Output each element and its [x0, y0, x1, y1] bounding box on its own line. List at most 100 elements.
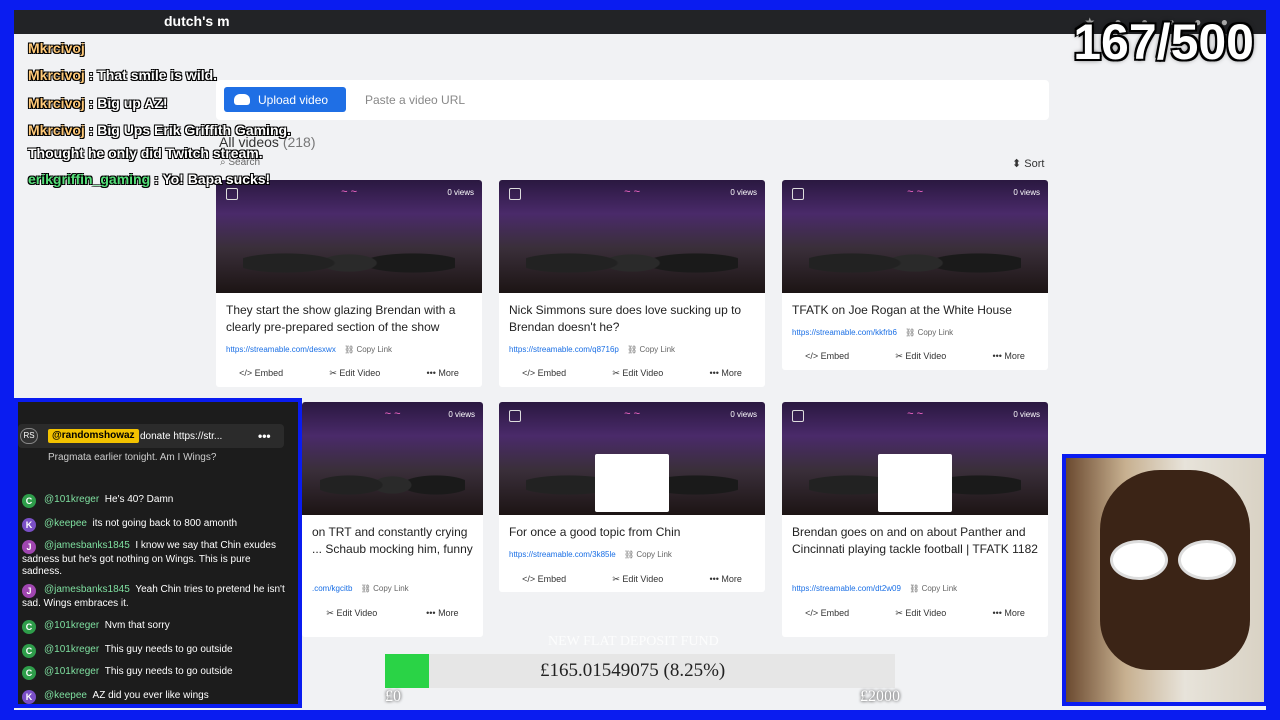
chat-username: Mkrcivoj [28, 67, 85, 83]
chat-text: Nvm that sorry [104, 620, 170, 631]
copy-link-label: Copy Link [917, 328, 954, 337]
video-thumbnail[interactable]: ~ ~ 0 views [216, 180, 482, 293]
video-thumbnail[interactable]: ~ ~ 0 views [302, 402, 483, 515]
video-card[interactable]: ~ ~ 0 views TFATK on Joe Rogan at the Wh… [782, 180, 1048, 370]
copy-link-label: Copy Link [636, 550, 672, 559]
video-card[interactable]: ~ ~ 0 views They start the show glazing … [216, 180, 482, 387]
embed-label: Embed [537, 574, 567, 584]
video-url-input[interactable]: Paste a video URL [365, 93, 465, 107]
video-title[interactable]: TFATK on Joe Rogan at the White House [792, 302, 1038, 319]
more-button[interactable]: ••• More [709, 368, 741, 387]
video-link[interactable]: https://streamable.com/3k85le ⛓ Copy Lin… [509, 550, 672, 559]
video-url[interactable]: https://streamable.com/3k85le [509, 550, 616, 559]
thumbnail-inset [594, 454, 670, 512]
embed-button[interactable]: </> Embed [805, 351, 849, 370]
video-link[interactable]: .com/kgcitb ⛓ Copy Link [312, 584, 409, 593]
embed-button[interactable]: </> Embed [522, 574, 566, 592]
copy-link-button[interactable]: ⛓ Copy Link [624, 550, 672, 559]
view-count: 0 views [1013, 410, 1040, 419]
avatar: K [22, 518, 36, 532]
video-title[interactable]: They start the show glazing Brendan with… [226, 302, 472, 336]
edit-video-button[interactable]: ✂ Edit Video [895, 608, 946, 628]
video-link[interactable]: https://streamable.com/dt2w09 ⛓ Copy Lin… [792, 584, 957, 593]
card-actions: </> Embed ✂ Edit Video ••• More [499, 368, 765, 387]
video-url[interactable]: https://streamable.com/dt2w09 [792, 584, 901, 593]
embed-button[interactable]: </> Embed [805, 608, 849, 628]
chat-message: C @101kreger Nvm that sorry [22, 620, 292, 634]
view-count: 0 views [448, 410, 475, 419]
avatar: C [22, 620, 36, 634]
video-thumbnail[interactable]: ~ ~ 0 views [499, 180, 765, 293]
video-card[interactable]: ~ ~ 0 views Brendan goes on and on about… [782, 402, 1048, 637]
chat-username: @101kreger [44, 666, 100, 677]
chat-text: its not going back to 800 amonth [92, 518, 238, 529]
select-checkbox[interactable] [792, 410, 804, 422]
copy-link-button[interactable]: ⛓ Copy Link [361, 584, 409, 593]
select-checkbox[interactable] [509, 188, 521, 200]
avatar: C [22, 644, 36, 658]
video-url[interactable]: https://streamable.com/q8716p [509, 345, 619, 354]
thumbnail-people [242, 230, 456, 285]
select-checkbox[interactable] [226, 188, 238, 200]
edit-video-label: Edit Video [336, 608, 378, 618]
select-checkbox[interactable] [792, 188, 804, 200]
video-thumbnail[interactable]: ~ ~ 0 views [782, 180, 1048, 293]
avatar: J [22, 540, 36, 554]
video-title[interactable]: For once a good topic from Chin [509, 524, 755, 541]
upload-video-button[interactable]: Upload video [224, 87, 346, 112]
video-link[interactable]: https://streamable.com/desxwx ⛓ Copy Lin… [226, 345, 392, 354]
avatar: K [22, 690, 36, 704]
embed-button[interactable]: </> Embed [239, 368, 283, 387]
more-button[interactable]: ••• More [426, 368, 458, 387]
edit-video-button[interactable]: ✂ Edit Video [612, 574, 663, 592]
chat-message: K @keepee AZ did you ever like wings [22, 690, 292, 704]
copy-link-button[interactable]: ⛓ Copy Link [627, 345, 675, 354]
tab-title[interactable]: dutch's m [164, 13, 230, 29]
goal-counter: 167/500 [1073, 14, 1254, 70]
copy-link-button[interactable]: ⛓ Copy Link [905, 328, 953, 337]
embed-button[interactable]: </> Embed [522, 368, 566, 387]
chat-message: C @101kreger This guy needs to go outside [22, 644, 292, 658]
sort-button[interactable]: ⬍ Sort [1012, 157, 1044, 170]
edit-video-button[interactable]: ✂ Edit Video [895, 351, 946, 370]
video-link[interactable]: https://streamable.com/kkfrb6 ⛓ Copy Lin… [792, 328, 953, 337]
more-options-icon[interactable]: ••• [258, 429, 271, 443]
more-button[interactable]: ••• More [992, 608, 1024, 628]
video-title[interactable]: on TRT and constantly crying ... Schaub … [312, 524, 473, 558]
view-count: 0 views [730, 410, 757, 419]
more-button[interactable]: ••• More [992, 351, 1024, 370]
video-thumbnail[interactable]: ~ ~ 0 views [782, 402, 1048, 515]
video-card[interactable]: ~ ~ 0 views on TRT and constantly crying… [302, 402, 483, 637]
edit-video-button[interactable]: ✂ Edit Video [612, 368, 663, 387]
video-thumbnail[interactable]: ~ ~ 0 views [499, 402, 765, 515]
edit-video-label: Edit Video [905, 608, 947, 618]
copy-link-button[interactable]: ⛓ Copy Link [909, 584, 957, 593]
video-card[interactable]: ~ ~ 0 views For once a good topic from C… [499, 402, 765, 592]
donation-progress-fill [385, 654, 429, 688]
video-title[interactable]: Brendan goes on and on about Panther and… [792, 524, 1038, 558]
video-url[interactable]: https://streamable.com/desxwx [226, 345, 336, 354]
select-checkbox[interactable] [509, 410, 521, 422]
thumbnail-people [808, 230, 1022, 285]
video-card[interactable]: ~ ~ 0 views Nick Simmons sure does love … [499, 180, 765, 387]
thumbnail-neon-sign: ~ ~ [624, 186, 640, 198]
edit-video-button[interactable]: ✂ Edit Video [326, 608, 377, 628]
edit-video-label: Edit Video [339, 368, 381, 378]
more-button[interactable]: ••• More [426, 608, 458, 628]
video-url[interactable]: .com/kgcitb [312, 584, 352, 593]
pinned-text: donate https://str... [140, 431, 223, 442]
chat-first-line: Pragmata earlier tonight. Am I Wings? [48, 452, 217, 463]
avatar: C [22, 666, 36, 680]
chat-username: erikgriffin_gaming [28, 171, 151, 187]
edit-video-label: Edit Video [622, 368, 664, 378]
chat-username: @101kreger [44, 620, 100, 631]
more-button[interactable]: ••• More [709, 574, 741, 592]
cloud-upload-icon [234, 94, 250, 105]
video-url[interactable]: https://streamable.com/kkfrb6 [792, 328, 897, 337]
edit-video-label: Edit Video [622, 574, 664, 584]
video-title[interactable]: Nick Simmons sure does love sucking up t… [509, 302, 755, 336]
edit-video-button[interactable]: ✂ Edit Video [329, 368, 380, 387]
video-link[interactable]: https://streamable.com/q8716p ⛓ Copy Lin… [509, 345, 675, 354]
copy-link-button[interactable]: ⛓ Copy Link [344, 345, 392, 354]
copy-link-label: Copy Link [356, 345, 393, 354]
